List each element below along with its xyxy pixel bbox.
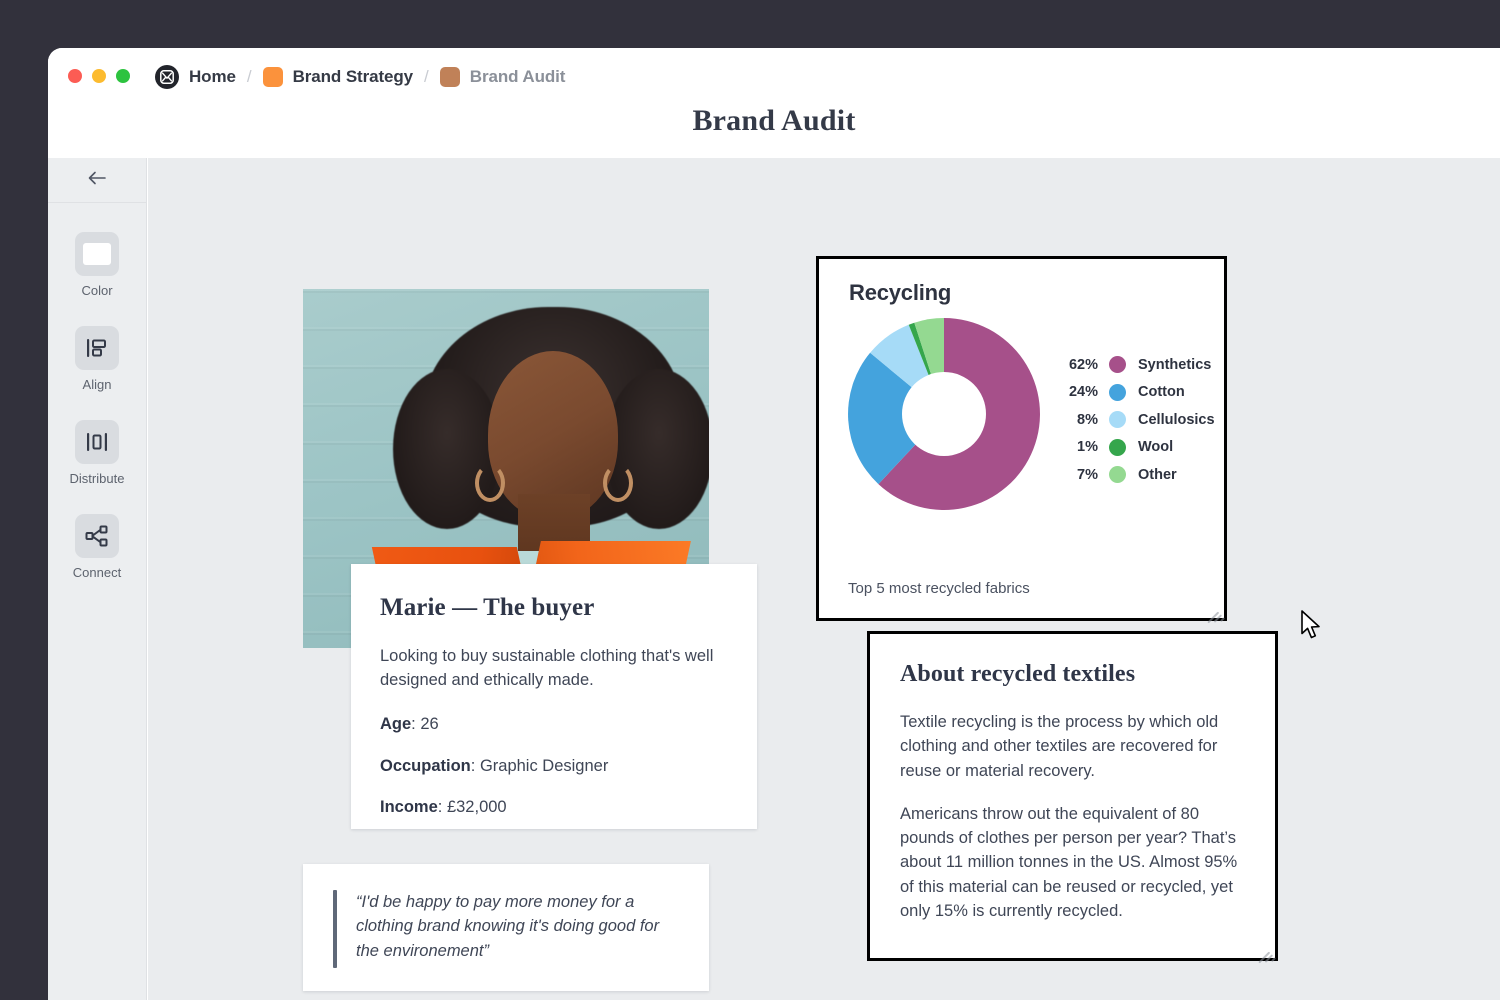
tool-connect[interactable]: Connect — [73, 514, 121, 580]
breadcrumb-item-home[interactable]: Home — [155, 65, 236, 89]
legend-swatch-synthetics — [1109, 356, 1126, 374]
board-canvas[interactable]: Marie — The buyer Looking to buy sustain… — [148, 158, 1500, 1000]
breadcrumb-item-brand-strategy[interactable]: Brand Strategy — [262, 67, 414, 87]
legend-value-cellulosics: 8% — [1077, 411, 1098, 428]
about-title: About recycled textiles — [900, 661, 1136, 687]
legend-value-other: 7% — [1077, 466, 1098, 483]
app-window: Home / Brand Strategy / Brand Audit Bran… — [48, 48, 1500, 1000]
persona-field-label-occupation: Occupation — [380, 756, 471, 775]
persona-field-occupation: Occupation: Graphic Designer — [380, 756, 609, 775]
legend-item-synthetics[interactable]: 62% Synthetics — [1058, 351, 1215, 379]
tool-label-color: Color — [81, 283, 113, 298]
page-title: Brand Audit — [692, 104, 856, 137]
breadcrumb: Home / Brand Strategy / Brand Audit — [155, 64, 565, 90]
breadcrumb-separator: / — [246, 67, 252, 86]
quote-accent-bar — [333, 890, 337, 968]
title-bar: Home / Brand Strategy / Brand Audit Bran… — [48, 48, 1500, 158]
legend-label-synthetics: Synthetics — [1138, 356, 1212, 373]
breadcrumb-separator-2: / — [424, 67, 429, 86]
chart-title: Recycling — [849, 280, 952, 305]
breadcrumb-label-brand-audit: Brand Audit — [469, 67, 566, 86]
distribute-icon[interactable] — [74, 420, 119, 464]
tool-rail: Color Align Distribute Connect — [48, 158, 147, 1000]
legend-label-cellulosics: Cellulosics — [1138, 411, 1215, 428]
legend-swatch-cotton — [1109, 383, 1126, 401]
photo-earring-right — [603, 464, 633, 502]
persona-field-value-age: 26 — [420, 714, 439, 733]
recycling-chart-card[interactable]: Recycling 62% Synthetics 24% Cotton 8% C… — [816, 256, 1227, 624]
donut-center-hole — [902, 372, 986, 456]
donut-chart[interactable] — [848, 318, 1040, 510]
legend-value-cotton: 24% — [1068, 384, 1098, 401]
legend-label-cotton: Cotton — [1138, 384, 1185, 401]
persona-field-age: Age: 26 — [380, 714, 439, 733]
about-paragraph-2: Americans throw out the equivalent of 80… — [900, 804, 1238, 920]
legend-item-cotton[interactable]: 24% Cotton — [1058, 379, 1215, 407]
persona-field-income: Income: £32,000 — [380, 798, 507, 817]
legend-label-other: Other — [1138, 466, 1177, 483]
legend-swatch-cellulosics — [1109, 411, 1126, 429]
about-recycled-textiles-card[interactable]: About recycled textiles Textile recyclin… — [867, 631, 1278, 964]
resize-handle-chart-card[interactable] — [1204, 599, 1225, 624]
traffic-lights — [68, 69, 130, 83]
about-paragraph-1: Textile recycling is the process by whic… — [900, 713, 1219, 780]
color-swatch-icon-brown — [439, 67, 460, 87]
persona-field-label-income: Income — [380, 798, 438, 817]
rail-header — [48, 158, 146, 203]
photo-earring-left — [475, 464, 505, 502]
persona-name: Marie — The buyer — [380, 594, 595, 621]
home-logo-icon — [155, 65, 179, 89]
tool-color[interactable]: Color — [75, 232, 119, 298]
persona-description: Looking to buy sustainable clothing that… — [380, 647, 714, 690]
align-icon[interactable] — [75, 326, 119, 370]
breadcrumb-label-brand-strategy: Brand Strategy — [292, 67, 414, 86]
back-arrow-icon[interactable] — [87, 170, 107, 190]
chart-footer-caption: Top 5 most recycled fabrics — [848, 580, 1030, 597]
resize-handle-about-card[interactable] — [1255, 939, 1276, 964]
maximize-window-button[interactable] — [116, 69, 130, 83]
chart-legend: 62% Synthetics 24% Cotton 8% Cellulosics… — [1058, 351, 1215, 489]
breadcrumb-item-brand-audit[interactable]: Brand Audit — [439, 67, 566, 87]
legend-item-other[interactable]: 7% Other — [1058, 461, 1215, 489]
legend-item-cellulosics[interactable]: 8% Cellulosics — [1058, 406, 1215, 434]
tool-align[interactable]: Align — [75, 326, 119, 392]
close-window-button[interactable] — [68, 69, 82, 83]
tool-label-align: Align — [82, 377, 112, 392]
tool-label-connect: Connect — [72, 565, 122, 580]
tool-distribute[interactable]: Distribute — [69, 420, 125, 486]
mouse-cursor — [1300, 610, 1322, 642]
persona-card[interactable]: Marie — The buyer Looking to buy sustain… — [351, 564, 757, 829]
breadcrumb-label-home: Home — [189, 67, 236, 86]
color-swatch-icon[interactable] — [75, 232, 119, 276]
legend-item-wool[interactable]: 1% Wool — [1058, 434, 1215, 462]
legend-swatch-wool — [1109, 438, 1126, 456]
tool-label-distribute: Distribute — [69, 471, 125, 486]
quote-card[interactable]: “I'd be happy to pay more money for a cl… — [303, 864, 709, 991]
color-swatch-icon-orange — [262, 67, 283, 87]
minimize-window-button[interactable] — [92, 69, 106, 83]
legend-value-wool: 1% — [1077, 439, 1098, 456]
legend-value-synthetics: 62% — [1068, 356, 1098, 373]
legend-label-wool: Wool — [1138, 439, 1174, 456]
tool-list: Color Align Distribute Connect — [48, 203, 146, 580]
persona-field-label-age: Age — [380, 714, 412, 733]
persona-field-value-income: £32,000 — [446, 798, 507, 817]
legend-swatch-other — [1109, 466, 1126, 484]
persona-field-value-occupation: Graphic Designer — [479, 756, 609, 775]
connect-icon[interactable] — [74, 514, 119, 558]
quote-text: “I'd be happy to pay more money for a cl… — [356, 893, 660, 960]
